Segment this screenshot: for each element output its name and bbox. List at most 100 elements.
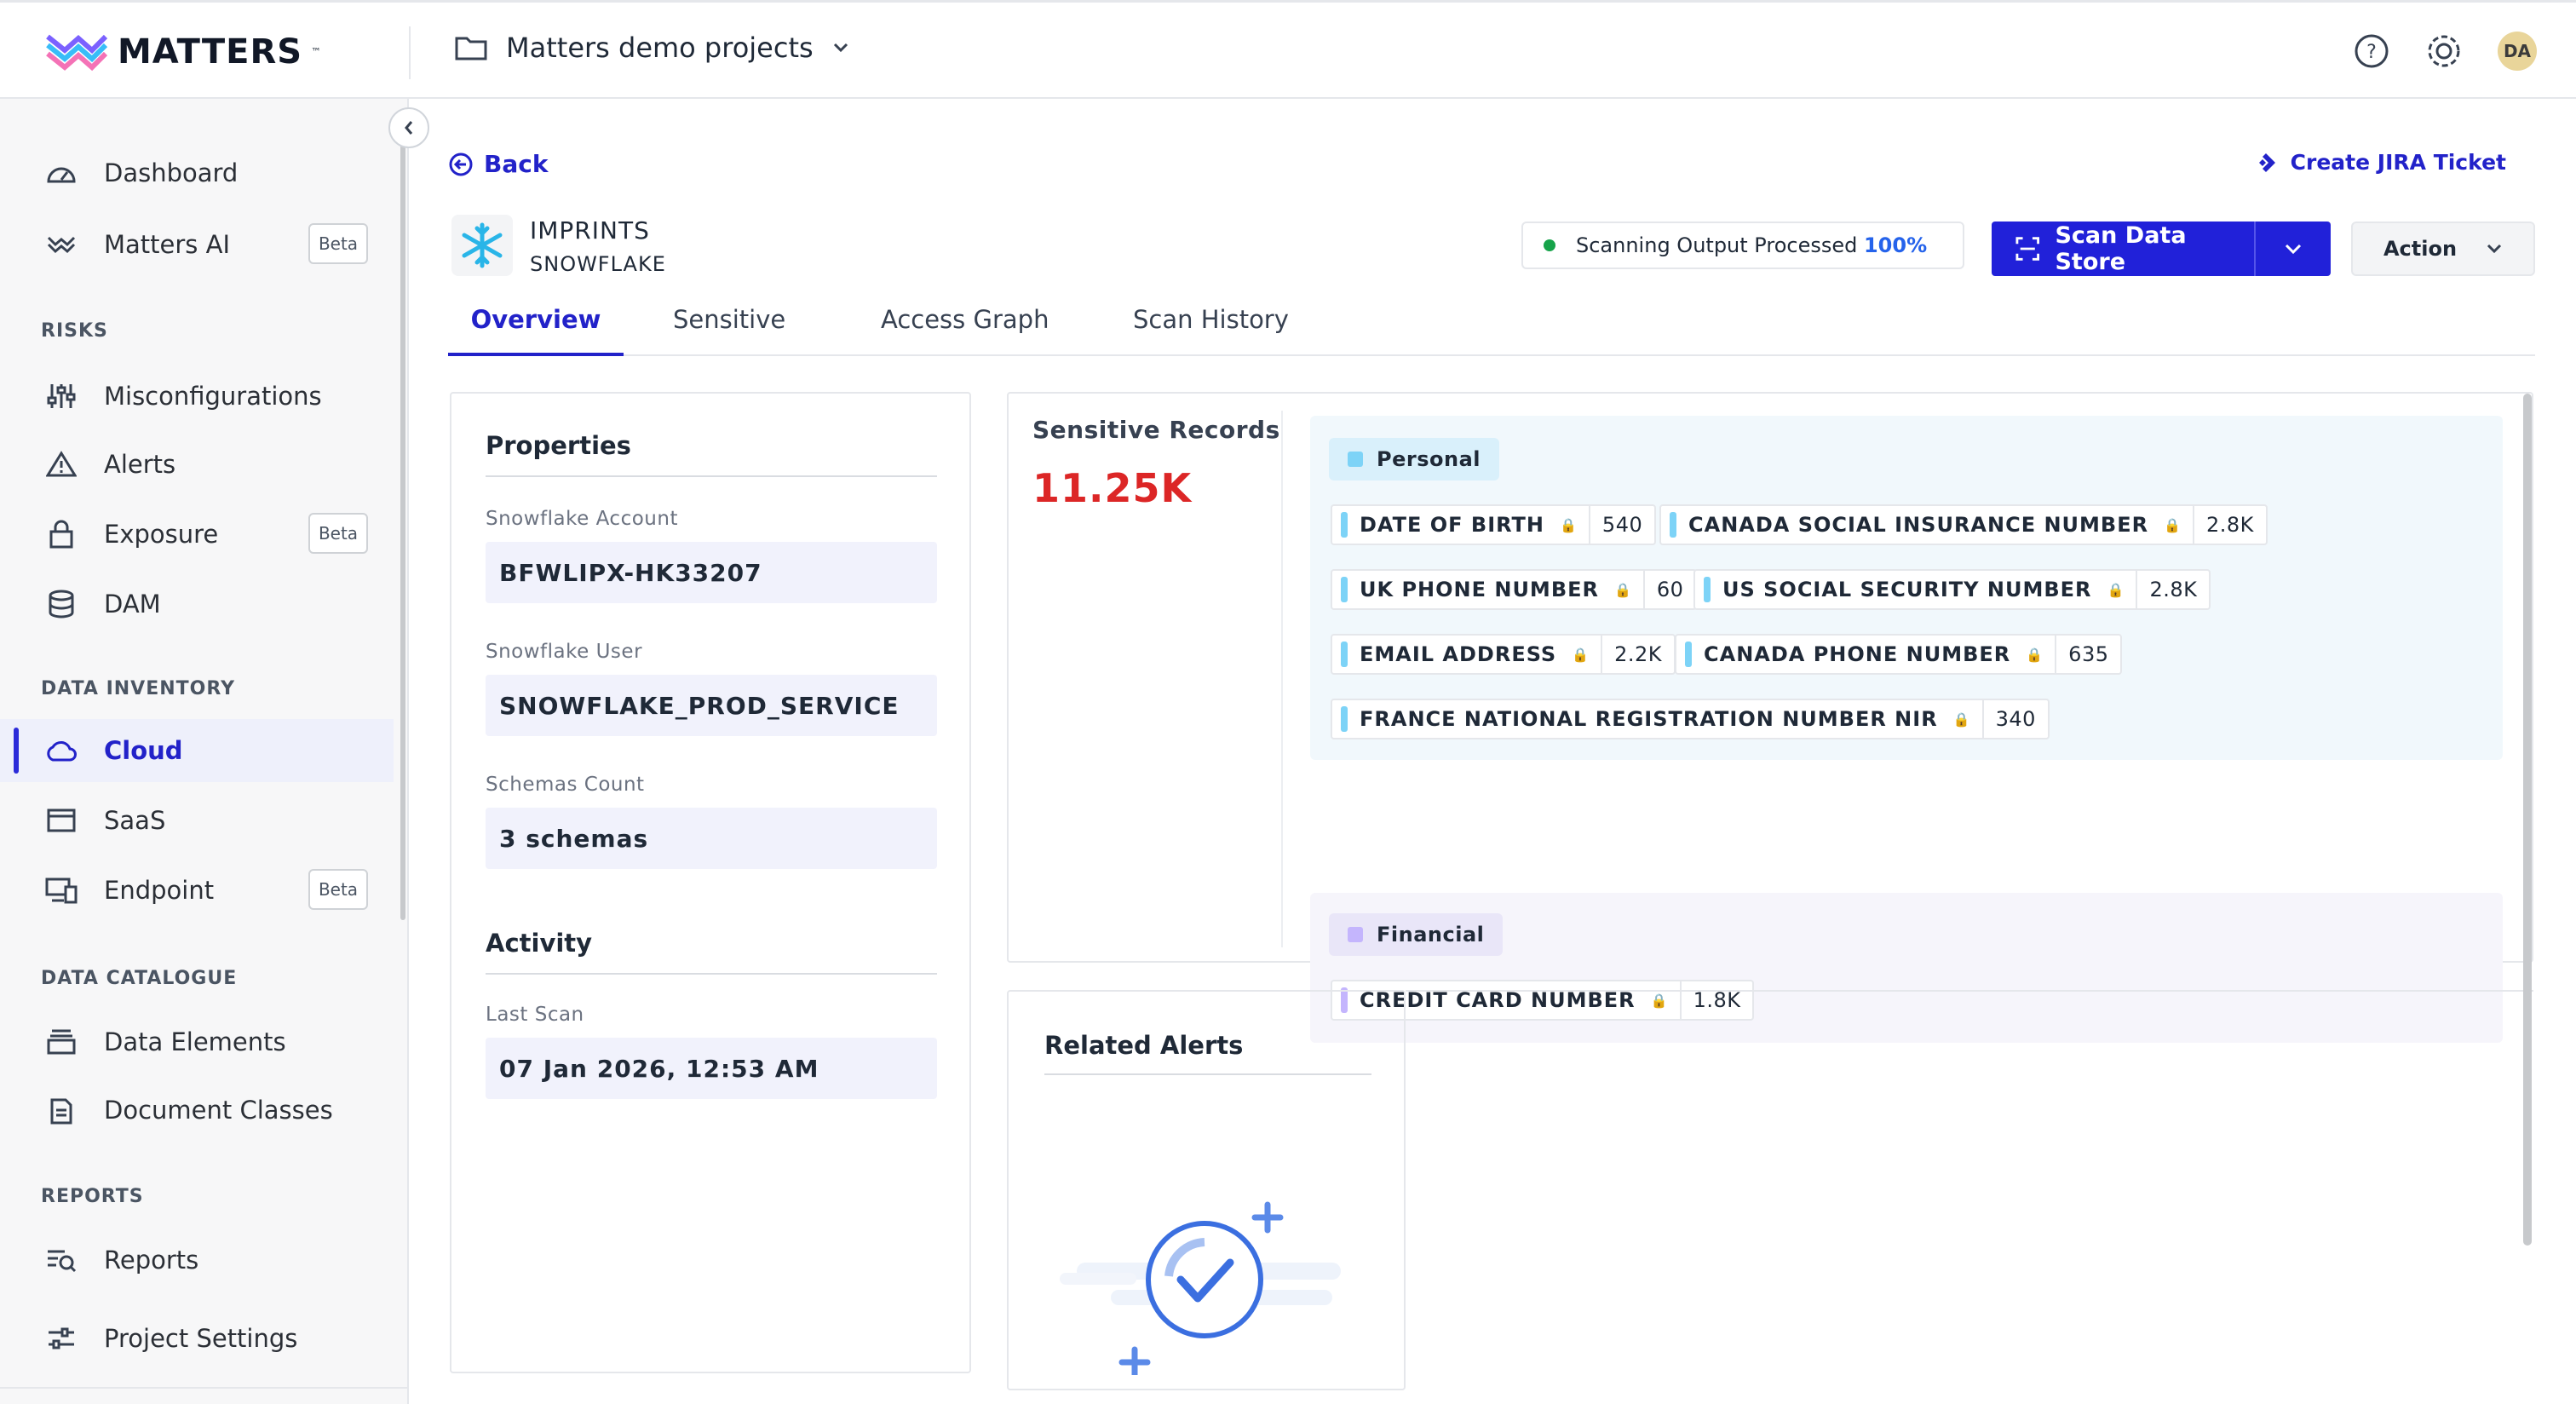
warning-icon xyxy=(44,447,78,481)
field-label: Snowflake Account xyxy=(486,508,678,530)
sensitive-records-count: 11.25K xyxy=(1032,465,1193,511)
action-dropdown-button[interactable]: Action xyxy=(2351,222,2535,276)
category-pill-personal[interactable]: Personal xyxy=(1329,438,1499,480)
gear-icon[interactable] xyxy=(2424,32,2464,71)
back-link[interactable]: Back xyxy=(448,150,548,178)
user-avatar[interactable]: DA xyxy=(2498,32,2537,71)
lock-icon xyxy=(44,517,78,551)
tag-count: 340 xyxy=(1995,707,2036,731)
jira-label: Create JIRA Ticket xyxy=(2290,150,2506,175)
lock-icon: 🔒 xyxy=(2026,646,2044,663)
sidebar-item-data-elements[interactable]: Data Elements xyxy=(0,1010,394,1073)
lock-icon: 🔒 xyxy=(1952,711,1970,728)
sidebar-item-alerts[interactable]: Alerts xyxy=(0,433,394,496)
field-label: Snowflake User xyxy=(486,641,643,663)
sidebar-item-label: Data Elements xyxy=(104,1027,286,1056)
chevron-down-icon xyxy=(833,43,848,53)
sidebar-item-cloud[interactable]: Cloud xyxy=(0,719,394,782)
category-label: Personal xyxy=(1377,447,1481,471)
tag-count: 1.8K xyxy=(1693,988,1741,1012)
sidebar-item-dam[interactable]: DAM xyxy=(0,573,394,636)
lock-icon: 🔒 xyxy=(2164,516,2181,533)
document-icon xyxy=(44,1093,78,1127)
tag-name: UK PHONE NUMBER xyxy=(1360,578,1599,601)
data-element-tag[interactable]: CANADA PHONE NUMBER 🔒 635 xyxy=(1675,634,2123,675)
back-label: Back xyxy=(484,150,549,178)
sidebar-item-label: Cloud xyxy=(104,736,183,765)
project-selector[interactable]: Matters demo projects xyxy=(455,32,849,64)
category-swatch xyxy=(1348,927,1363,942)
sidebar-item-misconfigurations[interactable]: Misconfigurations xyxy=(0,365,394,428)
tag-name: US SOCIAL SECURITY NUMBER xyxy=(1722,578,2092,601)
divider xyxy=(1044,1073,1371,1075)
svg-text:?: ? xyxy=(2366,42,2377,63)
jira-icon xyxy=(2258,152,2275,172)
scan-status-label: Scanning Output Processed xyxy=(1576,233,1858,257)
financial-category-group: Financial CREDIT CARD NUMBER 🔒 1.8K xyxy=(1310,893,2503,1043)
data-element-tag[interactable]: US SOCIAL SECURITY NUMBER 🔒 2.8K xyxy=(1693,569,2211,610)
data-element-tag[interactable]: DATE OF BIRTH 🔒 540 xyxy=(1331,504,1657,545)
snowflake-icon xyxy=(451,215,513,276)
tag-count: 2.8K xyxy=(2149,578,2198,601)
top-actions: ? DA xyxy=(2353,32,2537,71)
data-element-tag[interactable]: FRANCE NATIONAL REGISTRATION NUMBER NIR 🔒… xyxy=(1331,699,2050,739)
sliders-icon xyxy=(44,379,78,413)
datastore-name: IMPRINTS xyxy=(530,216,650,245)
tab-sensitive[interactable]: Sensitive xyxy=(673,300,785,356)
schemas-count-value: 3 schemas xyxy=(486,808,937,869)
scan-data-store-button[interactable]: Scan Data Store xyxy=(1992,222,2256,276)
main-content: Back Create JIRA Ticket IMPRINTS SNOWFLA… xyxy=(409,99,2576,1404)
beta-badge: Beta xyxy=(308,869,368,910)
sidebar-item-label: Matters AI xyxy=(104,230,231,259)
section-risks: RISKS xyxy=(41,320,108,342)
tag-name: EMAIL ADDRESS xyxy=(1360,642,1557,666)
stack-icon xyxy=(44,1025,78,1059)
activity-title: Activity xyxy=(486,929,593,958)
help-icon[interactable]: ? xyxy=(2353,32,2390,70)
project-name: Matters demo projects xyxy=(506,32,814,64)
main-scrollbar[interactable] xyxy=(2523,394,2532,1246)
all-clear-check-illustration xyxy=(1060,1201,1341,1375)
sidebar-item-document-classes[interactable]: Document Classes xyxy=(0,1079,394,1142)
create-jira-ticket-link[interactable]: Create JIRA Ticket xyxy=(2255,150,2506,175)
tag-count: 635 xyxy=(2068,642,2109,666)
section-data-inventory: DATA INVENTORY xyxy=(41,678,236,699)
tag-count: 60 xyxy=(1656,578,1684,601)
beta-badge: Beta xyxy=(308,223,368,264)
devices-icon xyxy=(44,873,78,907)
sidebar-scrollbar[interactable] xyxy=(400,119,405,920)
scan-status-percent: 100% xyxy=(1863,233,1928,257)
last-scan-value: 07 Jan 2026, 12:53 AM xyxy=(486,1038,937,1099)
tab-bar: Overview Sensitive Access Graph Scan His… xyxy=(448,300,2535,356)
tag-count: 540 xyxy=(1601,513,1643,537)
personal-category-group: Personal DATE OF BIRTH 🔒 540 CANADA SOCIAL… xyxy=(1310,416,2503,760)
sidebar-item-project-settings[interactable]: Project Settings xyxy=(0,1307,394,1370)
data-element-tag[interactable]: EMAIL ADDRESS 🔒 2.2K xyxy=(1331,634,1676,675)
tab-access-graph[interactable]: Access Graph xyxy=(881,300,1049,356)
scan-options-dropdown[interactable] xyxy=(2256,243,2331,255)
sidebar-item-reports[interactable]: Reports xyxy=(0,1228,394,1292)
collapse-sidebar-button[interactable] xyxy=(388,107,429,148)
divider xyxy=(486,475,937,477)
sidebar: Dashboard Matters AI Beta RISKS Misconfi… xyxy=(0,99,409,1404)
report-search-icon xyxy=(44,1243,78,1277)
brand-logo[interactable]: MATTERS ™ xyxy=(44,28,321,76)
scan-icon xyxy=(2015,237,2040,261)
data-element-tag[interactable]: UK PHONE NUMBER 🔒 60 xyxy=(1331,569,1698,610)
section-reports: REPORTS xyxy=(41,1186,144,1207)
sidebar-item-dashboard[interactable]: Dashboard xyxy=(0,141,394,204)
lock-icon: 🔒 xyxy=(1560,516,1577,533)
chevron-down-icon xyxy=(2487,244,2502,254)
beta-badge: Beta xyxy=(308,513,368,554)
properties-title: Properties xyxy=(486,431,631,460)
tab-overview[interactable]: Overview xyxy=(448,300,624,356)
category-pill-financial[interactable]: Financial xyxy=(1329,913,1504,956)
sidebar-item-saas[interactable]: SaaS xyxy=(0,789,394,852)
tab-scan-history[interactable]: Scan History xyxy=(1133,300,1289,356)
sidebar-divider xyxy=(0,1387,407,1389)
sidebar-item-label: DAM xyxy=(104,590,161,619)
sensitive-records-panel: Sensitive Records 11.25K Personal DATE O… xyxy=(1007,392,2533,1043)
snowflake-account-value: BFWLIPX-HK33207 xyxy=(486,542,937,603)
lock-icon: 🔒 xyxy=(1572,646,1590,663)
data-element-tag[interactable]: CANADA SOCIAL INSURANCE NUMBER 🔒 2.8K xyxy=(1659,504,2268,545)
